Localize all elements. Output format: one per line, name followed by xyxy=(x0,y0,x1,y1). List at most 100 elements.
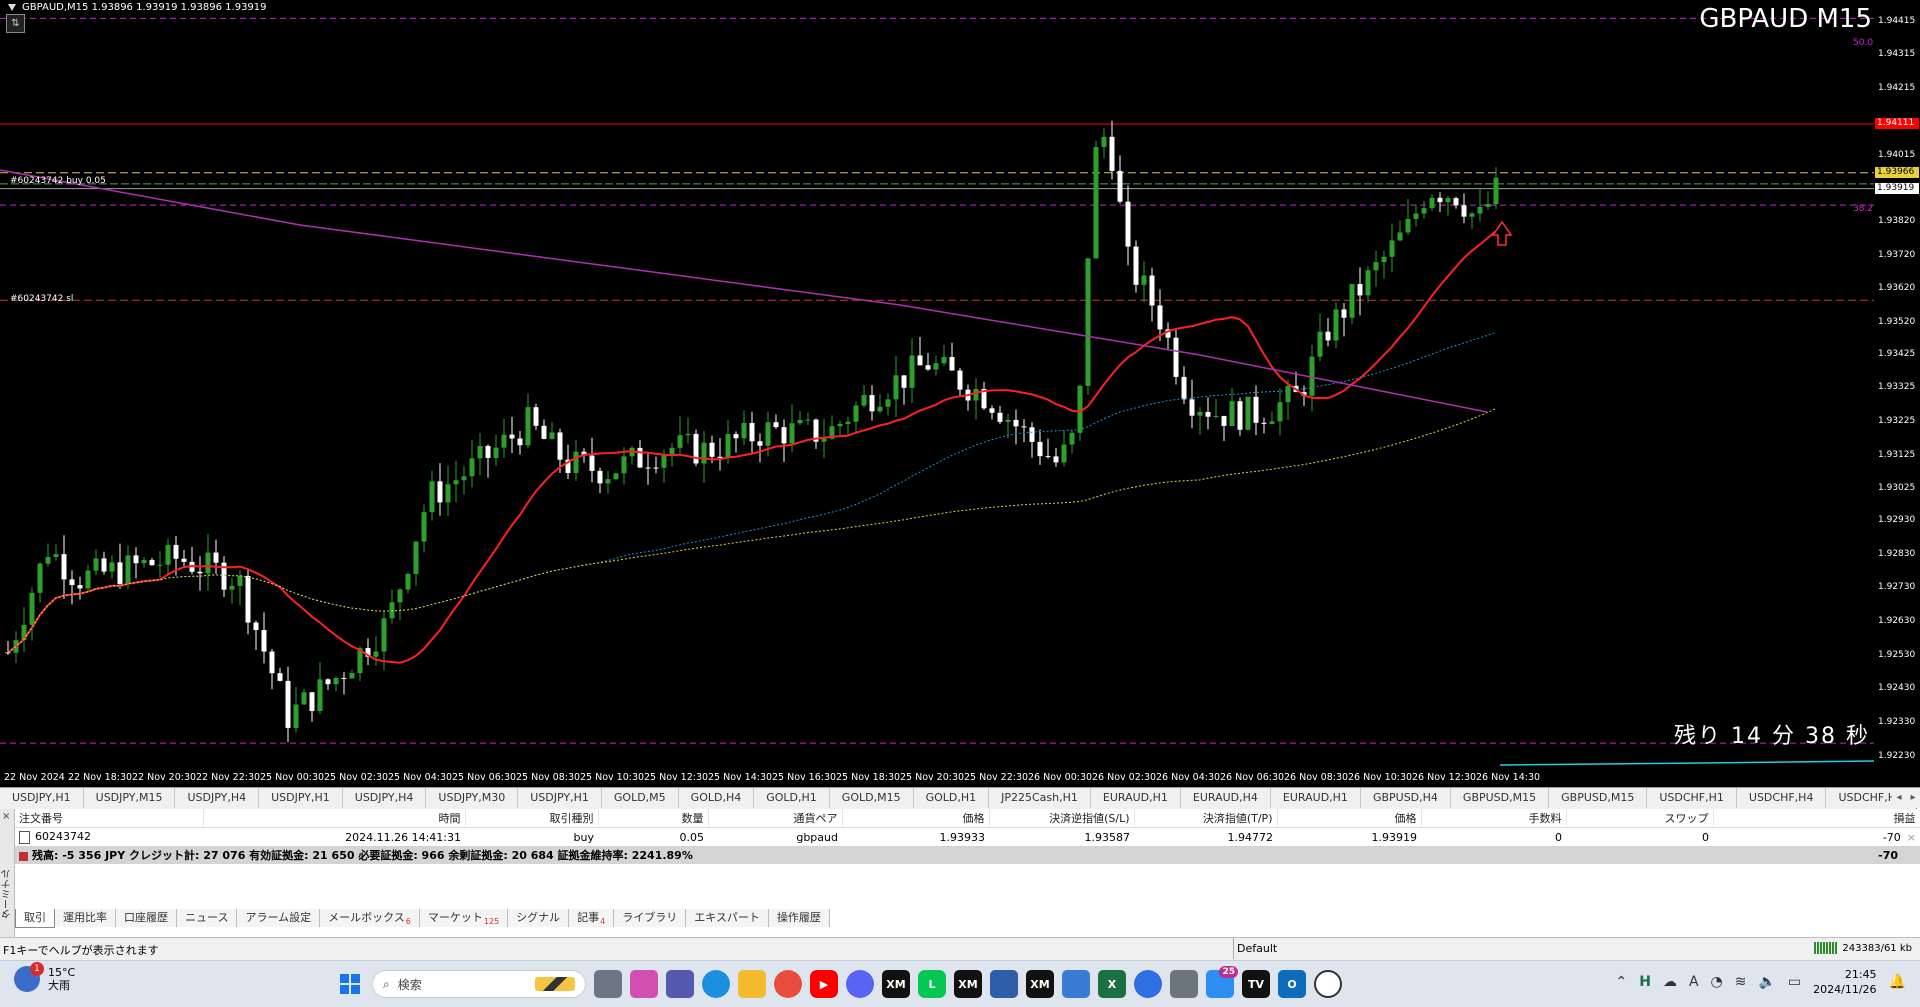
file-explorer-icon[interactable] xyxy=(738,970,766,998)
cloud-icon[interactable]: ☁ xyxy=(1663,974,1677,990)
terminal-tab[interactable]: ライブラリ xyxy=(614,909,687,927)
notification-bell-icon[interactable]: 🔔 xyxy=(1889,974,1906,990)
tray-status-icon[interactable]: ◔ xyxy=(1711,974,1723,990)
chart-tab[interactable]: USDJPY,H4 xyxy=(343,788,427,808)
edge-icon[interactable] xyxy=(702,970,730,998)
xm-app-icon-3[interactable]: XM xyxy=(1026,970,1054,998)
col-header[interactable]: 数量 xyxy=(598,809,709,828)
xm-app-icon-2[interactable]: XM xyxy=(954,970,982,998)
chart-tab[interactable]: GOLD,H4 xyxy=(679,788,755,808)
line-icon[interactable]: L xyxy=(918,970,946,998)
teams-icon[interactable] xyxy=(666,970,694,998)
store-icon[interactable] xyxy=(1062,970,1090,998)
price-tag: 1.94111 xyxy=(1875,118,1919,129)
terminal-tab[interactable]: 操作履歴 xyxy=(768,909,830,927)
chart-tab[interactable]: USDJPY,H1 xyxy=(0,788,84,808)
chart-tab[interactable]: JP225Cash,H1 xyxy=(989,788,1091,808)
clock-app-icon[interactable] xyxy=(1314,970,1342,998)
time-axis[interactable]: 22 Nov 2024 22 Nov 18:30 22 Nov 20:30 22 No… xyxy=(0,770,1874,786)
chart-tab[interactable]: EURAUD,H4 xyxy=(1181,788,1271,808)
price-scale[interactable]: 1.94415 1.94315 1.94215 1.94015 1.93820 1.937… xyxy=(1874,0,1920,787)
table-row[interactable]: 60243742 2024.11.26 14:41:31 buy 0.05 gb… xyxy=(15,828,1920,847)
ime-icon[interactable]: A xyxy=(1689,974,1699,990)
chart-tab[interactable]: USDJPY,M15 xyxy=(84,788,176,808)
col-header[interactable]: スワップ xyxy=(1566,809,1714,828)
scroll-left-icon[interactable]: ◂ xyxy=(1892,788,1906,808)
chart-tab[interactable]: USDCHF,H4 xyxy=(1737,788,1827,808)
chart-tab[interactable]: USDJPY,H1 xyxy=(518,788,602,808)
order-line-label[interactable]: #60243742 buy 0.05 xyxy=(10,176,106,186)
col-header[interactable]: 決済逆指値(S/L) xyxy=(989,809,1135,828)
stop-loss-line-label[interactable]: #60243742 sl xyxy=(10,294,73,304)
taskbar-clock[interactable]: 21:45 2024/11/26 xyxy=(1813,967,1876,997)
chart-tab[interactable]: GBPUSD,M15 xyxy=(1451,788,1550,808)
xm-app-icon[interactable]: XM xyxy=(882,970,910,998)
col-header[interactable]: 価格 xyxy=(1277,809,1422,828)
calculator-icon[interactable] xyxy=(1170,970,1198,998)
candle-body xyxy=(1221,415,1227,426)
scroll-right-icon[interactable]: ▸ xyxy=(1906,788,1920,808)
terminal-tab[interactable]: シグナル xyxy=(508,909,570,927)
time-axis-label: 22 Nov 18:30 xyxy=(68,772,133,783)
terminal-tab[interactable]: マーケット125 xyxy=(419,909,509,927)
browser-icon[interactable] xyxy=(1134,970,1162,998)
battery-icon[interactable]: ▭ xyxy=(1788,974,1801,990)
price-chart[interactable] xyxy=(0,0,1874,770)
chart-area[interactable]: GBPAUD,M15 1.93896 1.93919 1.93896 1.939… xyxy=(0,0,1920,787)
chart-tab[interactable]: EURAUD,H1 xyxy=(1271,788,1361,808)
chart-tab[interactable]: EURAUD,H1 xyxy=(1091,788,1181,808)
terminal-tab[interactable]: 記事4 xyxy=(569,909,615,927)
youtube-icon[interactable]: ▶ xyxy=(810,970,838,998)
terminal-tab[interactable]: 運用比率 xyxy=(55,909,116,927)
col-header[interactable]: 注文番号 xyxy=(15,809,204,828)
volume-icon[interactable]: 🔈 xyxy=(1758,974,1775,990)
excel-icon[interactable]: X xyxy=(1098,970,1126,998)
candle-body xyxy=(517,438,523,446)
col-header[interactable]: 価格 xyxy=(842,809,990,828)
chart-tab[interactable]: USDJPY,H1 xyxy=(259,788,343,808)
chrome-icon[interactable] xyxy=(774,970,802,998)
chart-tab[interactable]: GBPUSD,H4 xyxy=(1361,788,1451,808)
chart-tab[interactable]: GOLD,M15 xyxy=(830,788,914,808)
tab-scroll-arrows[interactable]: ◂ ▸ xyxy=(1892,788,1920,808)
weather-widget[interactable]: 1 15°C 大雨 xyxy=(14,962,75,992)
one-click-trading-button[interactable]: ⇅ xyxy=(6,14,25,33)
copilot-icon[interactable] xyxy=(630,970,658,998)
chart-tab[interactable]: GOLD,H1 xyxy=(914,788,990,808)
chart-tab[interactable]: GOLD,H1 xyxy=(754,788,830,808)
tradingview-icon[interactable]: TV xyxy=(1242,970,1270,998)
chart-tab[interactable]: USDJPY,M30 xyxy=(426,788,519,808)
col-header[interactable]: 決済指値(T/P) xyxy=(1134,809,1278,828)
terminal-tab[interactable]: エキスパート xyxy=(686,909,769,927)
outlook-icon[interactable]: O xyxy=(1278,970,1306,998)
windows-start-icon[interactable] xyxy=(336,970,364,998)
chart-symbol-title: GBPAUD M15 xyxy=(1699,4,1872,34)
wifi-icon[interactable]: ≋ xyxy=(1735,974,1747,990)
terminal-tab[interactable]: アラーム設定 xyxy=(237,909,321,927)
taskbar-search-input[interactable]: ⌕ 検索 xyxy=(372,970,586,998)
connection-status[interactable]: 243383/61 kb xyxy=(1814,942,1912,954)
chevron-up-icon[interactable]: ⌃ xyxy=(1616,974,1628,990)
chart-tab[interactable]: GBPUSD,M15 xyxy=(1549,788,1648,808)
candle-body xyxy=(1477,206,1483,214)
col-header[interactable]: 時間 xyxy=(203,809,466,828)
terminal-tab[interactable]: 取引 xyxy=(15,909,55,928)
notepad-icon[interactable] xyxy=(990,970,1018,998)
task-view-icon[interactable] xyxy=(594,970,622,998)
terminal-tab[interactable]: 口座履歴 xyxy=(116,909,177,927)
chart-tab[interactable]: USDCHF,H1 xyxy=(1647,788,1737,808)
terminal-tab[interactable]: ニュース xyxy=(177,909,238,927)
status-profile[interactable]: Default xyxy=(1233,938,1517,959)
col-header[interactable]: 取引種別 xyxy=(465,809,599,828)
terminal-close-icon[interactable]: × xyxy=(2,811,10,822)
col-header[interactable]: 損益 xyxy=(1713,809,1920,828)
terminal-tab[interactable]: メールボックス6 xyxy=(320,909,420,927)
discord-icon[interactable] xyxy=(846,970,874,998)
tray-app-icon[interactable]: H xyxy=(1639,974,1651,990)
col-header[interactable]: 通貨ペア xyxy=(708,809,843,828)
close-order-icon[interactable]: × xyxy=(1907,831,1916,844)
chart-tab[interactable]: USDJPY,H4 xyxy=(175,788,260,808)
chart-tab[interactable]: GOLD,M5 xyxy=(602,788,679,808)
mail-icon[interactable]: 25 xyxy=(1206,966,1238,998)
col-header[interactable]: 手数料 xyxy=(1421,809,1567,828)
